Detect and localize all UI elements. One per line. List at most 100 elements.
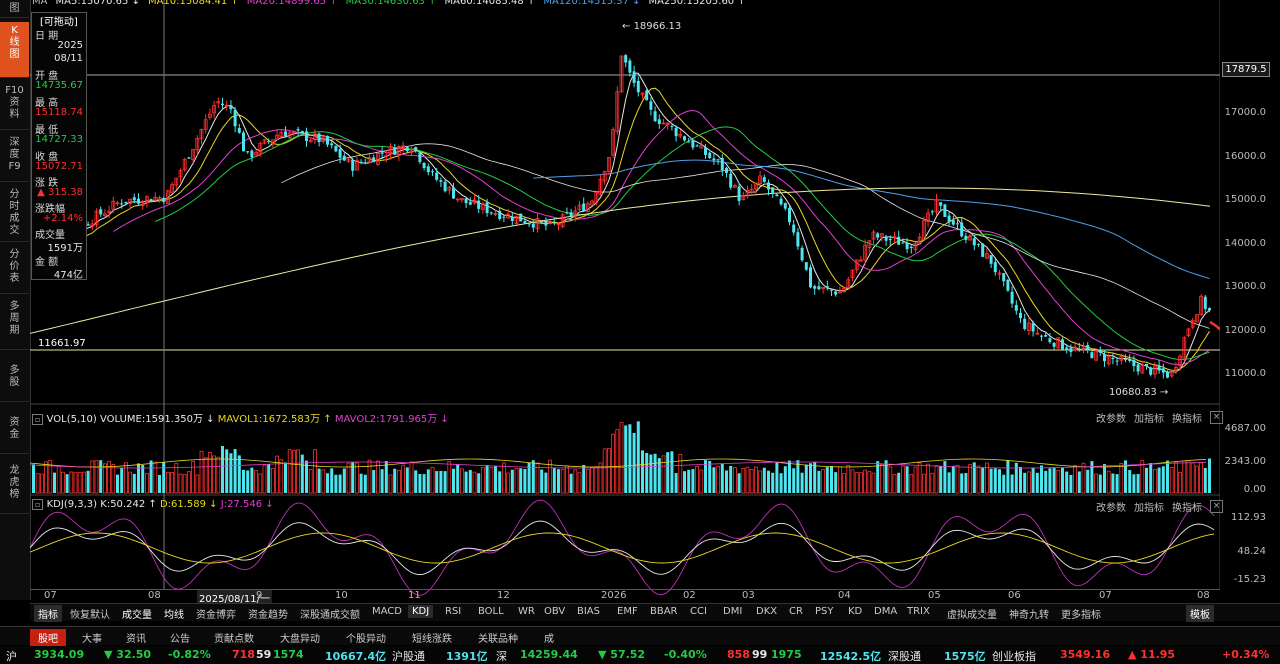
kdj-d-line — [30, 532, 1215, 564]
indicator-tab[interactable]: BIAS — [573, 605, 604, 618]
left-tab-depth[interactable]: 深度 F9 — [0, 134, 29, 182]
kdj-add-indicator-button[interactable]: 加指标 — [1134, 499, 1164, 514]
vol-replace-indicator-button[interactable]: 换指标 — [1172, 410, 1202, 425]
x-tick: 07 — [44, 590, 57, 601]
sgt-label[interactable]: 深股通 — [888, 648, 921, 664]
vol-close-icon[interactable]: ▫ — [32, 414, 44, 425]
candle-body — [960, 222, 964, 237]
news-tab[interactable]: 公告 — [162, 629, 198, 646]
indicator-tab[interactable]: TRIX — [903, 605, 934, 618]
indicator-tab[interactable]: DKX — [752, 605, 781, 618]
volume-bar — [565, 465, 569, 494]
left-tab-multi-period[interactable]: 多周期 — [0, 298, 29, 350]
left-tab-capital[interactable]: 资金 — [0, 414, 29, 454]
volume-bar — [666, 452, 670, 493]
indicator-tab[interactable]: 更多指标 — [1057, 605, 1105, 622]
kdj-close-icon-button[interactable]: × — [1210, 500, 1223, 513]
vol-add-indicator-button[interactable]: 加指标 — [1134, 410, 1164, 425]
volume-bar — [607, 448, 611, 494]
candle-body — [645, 90, 649, 101]
candle-body — [414, 147, 418, 151]
volume-bar — [506, 472, 511, 494]
volume-bar — [153, 461, 158, 494]
indicator-tab[interactable]: RSI — [441, 605, 465, 618]
indicator-tab[interactable]: PSY — [811, 605, 838, 618]
indicator-tab[interactable]: 资金博弈 — [192, 605, 240, 622]
news-tab[interactable]: 大事 — [74, 629, 110, 646]
left-tab-timeshare[interactable]: 分时成交 — [0, 186, 29, 242]
kdj-close-icon[interactable]: ▫ — [32, 499, 44, 510]
kline-chart[interactable] — [30, 0, 1220, 600]
indicator-tab[interactable]: CCI — [686, 605, 711, 618]
indicator-tab[interactable]: 资金趋势 — [244, 605, 292, 622]
hgt-label[interactable]: 沪股通 — [392, 648, 425, 664]
volume-bar — [326, 473, 329, 493]
market-status-bar: 沪 3934.09 ▼ 32.50 -0.82% 718 59 1574 106… — [0, 646, 1280, 664]
sz-flat-count: 99 — [752, 648, 768, 661]
volume-bar — [485, 465, 489, 493]
left-tab-multi-stock[interactable]: 多股 — [0, 362, 29, 402]
news-tab[interactable]: 资讯 — [118, 629, 154, 646]
news-tab[interactable]: 个股异动 — [338, 629, 394, 646]
kdj-title: KDJ(9,3,3) — [46, 499, 98, 510]
indicator-tab[interactable]: BBAR — [646, 605, 682, 618]
indicator-tab[interactable]: DMA — [870, 605, 901, 618]
indicator-tab[interactable]: 均线 — [160, 605, 188, 622]
candle-body — [649, 101, 653, 110]
indicator-tab[interactable]: MACD — [368, 605, 406, 618]
volume-bar — [86, 470, 90, 493]
left-tab-price-table[interactable]: 分价表 — [0, 246, 29, 294]
indicator-tab[interactable]: KDJ — [408, 605, 434, 618]
news-tab[interactable]: 贡献点数 — [206, 629, 262, 646]
sh-index[interactable]: 3934.09 — [34, 648, 84, 661]
news-tab[interactable]: 短线涨跌 — [404, 629, 460, 646]
drag-label[interactable]: [可拖动] — [40, 13, 78, 28]
volume-bar — [598, 462, 603, 494]
sz-index[interactable]: 14259.44 — [520, 648, 578, 661]
indicator-tab[interactable]: BOLL — [474, 605, 508, 618]
low-marker-value: 10680.83 — [1109, 387, 1157, 398]
volume-bar — [401, 464, 406, 494]
indicator-tab[interactable]: WR — [514, 605, 539, 618]
candle-body — [800, 247, 804, 261]
indicator-tab[interactable]: DMI — [719, 605, 746, 618]
indicator-tab[interactable]: 神奇九转 — [1005, 605, 1053, 622]
volume-bar — [951, 465, 955, 493]
indicator-tab[interactable]: 成交量 — [118, 605, 156, 622]
kdj-header: ▫ KDJ(9,3,3) K:50.242 ↑ D:61.589 ↓ J:27.… — [32, 499, 274, 510]
news-tab[interactable]: 大盘异动 — [272, 629, 328, 646]
vol-params-button[interactable]: 改参数 — [1096, 410, 1126, 425]
volume-bar — [237, 455, 241, 493]
left-tab-dragon[interactable]: 龙虎榜 — [0, 462, 29, 514]
news-tab[interactable]: 成 — [536, 629, 562, 646]
ma-line — [533, 159, 1210, 279]
candle-body — [909, 246, 913, 248]
indicator-tab[interactable]: KD — [844, 605, 866, 618]
kdj-params-button[interactable]: 改参数 — [1096, 499, 1126, 514]
candle-body — [636, 80, 640, 93]
data-window[interactable]: [可拖动] 日 期 2025 08/11 开 盘 14735.67 最 高 15… — [31, 12, 87, 281]
indicator-tab[interactable]: CR — [785, 605, 807, 618]
indicator-tab[interactable]: 恢复默认 — [66, 605, 114, 622]
indicator-tab[interactable]: 指标 — [34, 605, 62, 622]
vol-close-icon-button[interactable]: × — [1210, 411, 1223, 424]
kdj-replace-indicator-button[interactable]: 换指标 — [1172, 499, 1202, 514]
left-tab-kline[interactable]: K线图 — [0, 22, 29, 78]
candle-body — [657, 119, 661, 124]
left-tab-chart-icon[interactable]: 图 — [0, 0, 29, 18]
indicator-tab[interactable]: 虚拟成交量 — [943, 605, 1001, 622]
volume-bar — [354, 462, 359, 494]
vol-mavol1: MAVOL1:1672.583万 — [217, 414, 321, 425]
news-tab[interactable]: 关联品种 — [470, 629, 526, 646]
indicator-tab[interactable]: 模板 — [1186, 605, 1214, 622]
candle-body — [1132, 360, 1136, 367]
indicator-tab[interactable]: OBV — [540, 605, 569, 618]
volume-bar — [1178, 472, 1182, 494]
indicator-tab[interactable]: EMF — [613, 605, 642, 618]
indicator-tab[interactable]: 深股通成交额 — [296, 605, 364, 622]
cyb-label[interactable]: 创业板指 — [992, 648, 1036, 664]
news-tab[interactable]: 股吧 — [30, 629, 66, 646]
x-tick: 04 — [838, 590, 851, 601]
left-tab-f10[interactable]: F10 资料 — [0, 82, 29, 130]
volume-bar — [594, 466, 599, 494]
